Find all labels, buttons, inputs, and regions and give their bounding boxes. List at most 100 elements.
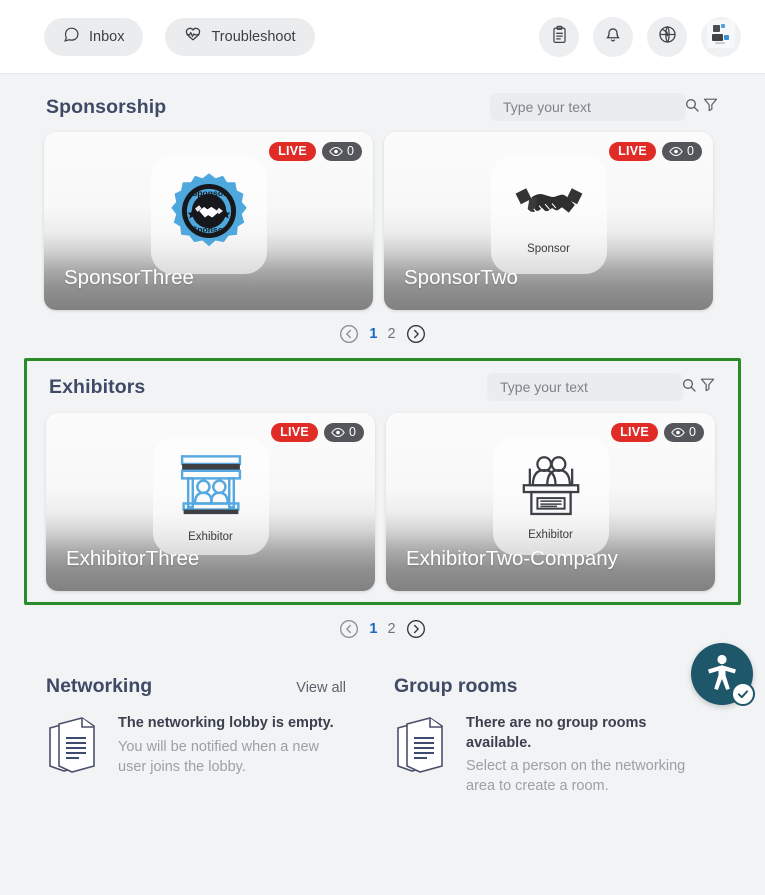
sponsorship-section: Sponsorship Type your text LIVE 0 Sponso… xyxy=(0,74,765,358)
filter-icon[interactable] xyxy=(702,96,719,118)
booth-dark-logo xyxy=(513,452,589,525)
event-lobby-page: Inbox Troubleshoot Sponsorship Type your… xyxy=(0,0,765,895)
exhibitor-card[interactable]: LIVE 0 xyxy=(386,413,715,591)
exhibitors-section-highlight: Exhibitors Type your text LIVE 0 Exhibit… xyxy=(24,358,741,605)
eye-icon xyxy=(329,146,343,156)
exhibitors-search-area xyxy=(487,373,716,401)
troubleshoot-button[interactable]: Troubleshoot xyxy=(165,17,315,56)
accessibility-button[interactable] xyxy=(691,643,755,706)
sponsor-name: SponsorTwo xyxy=(404,266,518,289)
bell-icon xyxy=(603,24,623,49)
exhibitor-card[interactable]: LIVE 0 xyxy=(46,413,375,591)
networking-empty-text: The networking lobby is empty. You will … xyxy=(118,714,346,777)
eye-icon xyxy=(671,427,685,437)
chat-bubble-icon xyxy=(63,26,80,47)
live-badge: LIVE xyxy=(611,423,659,442)
accessibility-enabled-check-icon xyxy=(731,682,755,706)
logo-caption: Exhibitor xyxy=(188,530,233,543)
inbox-button[interactable]: Inbox xyxy=(44,17,144,56)
inbox-label: Inbox xyxy=(89,28,125,45)
sponsor-card[interactable]: LIVE 0 xyxy=(384,132,713,310)
exhibitors-header: Exhibitors xyxy=(27,361,738,413)
views-badge: 0 xyxy=(322,142,362,161)
networking-header: Networking View all xyxy=(46,675,346,698)
views-count: 0 xyxy=(349,425,356,439)
exhibitor-name: ExhibitorThree xyxy=(66,547,200,570)
avatar-thumbnail xyxy=(707,20,735,53)
exhibitor-logo-tile: Exhibitor xyxy=(152,437,269,555)
group-rooms-empty-heading: There are no group rooms available. xyxy=(466,715,647,751)
group-rooms-panel: Group rooms There are no group rooms ava… xyxy=(370,675,718,797)
pagination-prev-button[interactable] xyxy=(339,619,359,639)
search-icon[interactable] xyxy=(681,377,697,398)
booth-blue-logo xyxy=(173,450,249,527)
card-badges: LIVE 0 xyxy=(609,142,702,161)
exhibitors-card-grid: LIVE 0 Exhibitor ExhibitorThree LIVE 0 E… xyxy=(27,413,738,602)
search-icon[interactable] xyxy=(684,97,700,118)
views-count: 0 xyxy=(347,144,354,158)
views-count: 0 xyxy=(689,425,696,439)
group-rooms-title: Group rooms xyxy=(394,675,518,697)
card-badges: LIVE 0 xyxy=(269,142,362,161)
pagination-next-button[interactable] xyxy=(406,619,426,639)
sponsor-logo-tile: Sponsor Sponsor xyxy=(150,156,267,274)
views-badge: 0 xyxy=(664,423,704,442)
handshake-logo xyxy=(511,176,587,239)
logo-caption: Exhibitor xyxy=(528,528,573,541)
networking-title: Networking xyxy=(46,675,153,697)
sponsorship-card-grid: LIVE 0 Sponsor Sponsor SponsorThree LIVE… xyxy=(22,132,743,310)
exhibitor-logo-tile: Exhibitor xyxy=(492,437,609,555)
eye-icon xyxy=(669,146,683,156)
svg-text:Sponsor: Sponsor xyxy=(191,224,227,234)
language-globe-button[interactable] xyxy=(647,16,687,57)
exhibitors-pagination: 1 2 xyxy=(0,605,765,653)
bottom-panels: Networking View all The networking lobby… xyxy=(0,643,765,797)
pagination-page-2[interactable]: 2 xyxy=(388,326,396,342)
sponsorship-search-area xyxy=(490,93,719,121)
globe-icon xyxy=(657,24,678,50)
exhibitors-search-box[interactable] xyxy=(487,373,696,401)
logo-caption: Sponsor xyxy=(527,242,570,255)
documents-icon xyxy=(394,714,450,781)
svg-text:Sponsor: Sponsor xyxy=(191,188,227,198)
networking-empty-body: You will be notified when a new user joi… xyxy=(118,738,319,775)
group-rooms-empty-body: Select a person on the networking area t… xyxy=(466,758,686,795)
live-badge: LIVE xyxy=(609,142,657,161)
networking-panel: Networking View all The networking lobby… xyxy=(22,675,370,797)
group-rooms-empty-text: There are no group rooms available. Sele… xyxy=(466,714,694,797)
sponsorship-pagination: 1 2 xyxy=(22,310,743,358)
notifications-button[interactable] xyxy=(593,16,633,57)
group-rooms-header: Group rooms xyxy=(394,675,694,698)
live-badge: LIVE xyxy=(269,142,317,161)
sponsorship-search-box[interactable] xyxy=(490,93,699,121)
sponsorship-search-input[interactable] xyxy=(503,99,684,115)
top-navigation-bar: Inbox Troubleshoot xyxy=(0,0,765,74)
troubleshoot-label: Troubleshoot xyxy=(211,28,296,45)
documents-icon xyxy=(46,714,102,781)
pagination-page-1[interactable]: 1 xyxy=(369,326,377,342)
pagination-prev-button[interactable] xyxy=(339,324,359,344)
eye-icon xyxy=(331,427,345,437)
sponsor-card[interactable]: LIVE 0 xyxy=(44,132,373,310)
clipboard-button[interactable] xyxy=(539,16,579,57)
exhibitor-name: ExhibitorTwo-Company xyxy=(406,547,618,570)
group-rooms-empty-state: There are no group rooms available. Sele… xyxy=(394,714,694,797)
card-badges: LIVE 0 xyxy=(271,423,364,442)
pagination-next-button[interactable] xyxy=(406,324,426,344)
exhibitors-title: Exhibitors xyxy=(49,375,146,398)
live-badge: LIVE xyxy=(271,423,319,442)
networking-view-all-link[interactable]: View all xyxy=(296,680,346,696)
sponsorship-title: Sponsorship xyxy=(46,95,167,118)
networking-empty-heading: The networking lobby is empty. xyxy=(118,715,334,731)
views-badge: 0 xyxy=(662,142,702,161)
sponsor-name: SponsorThree xyxy=(64,266,194,289)
pagination-page-1[interactable]: 1 xyxy=(369,621,377,637)
user-avatar-button[interactable] xyxy=(701,16,741,57)
pagination-page-2[interactable]: 2 xyxy=(388,621,396,637)
clipboard-icon xyxy=(550,25,569,49)
views-badge: 0 xyxy=(324,423,364,442)
card-badges: LIVE 0 xyxy=(611,423,704,442)
filter-icon[interactable] xyxy=(699,376,716,398)
exhibitors-search-input[interactable] xyxy=(500,379,681,395)
top-bar-actions xyxy=(539,16,741,57)
